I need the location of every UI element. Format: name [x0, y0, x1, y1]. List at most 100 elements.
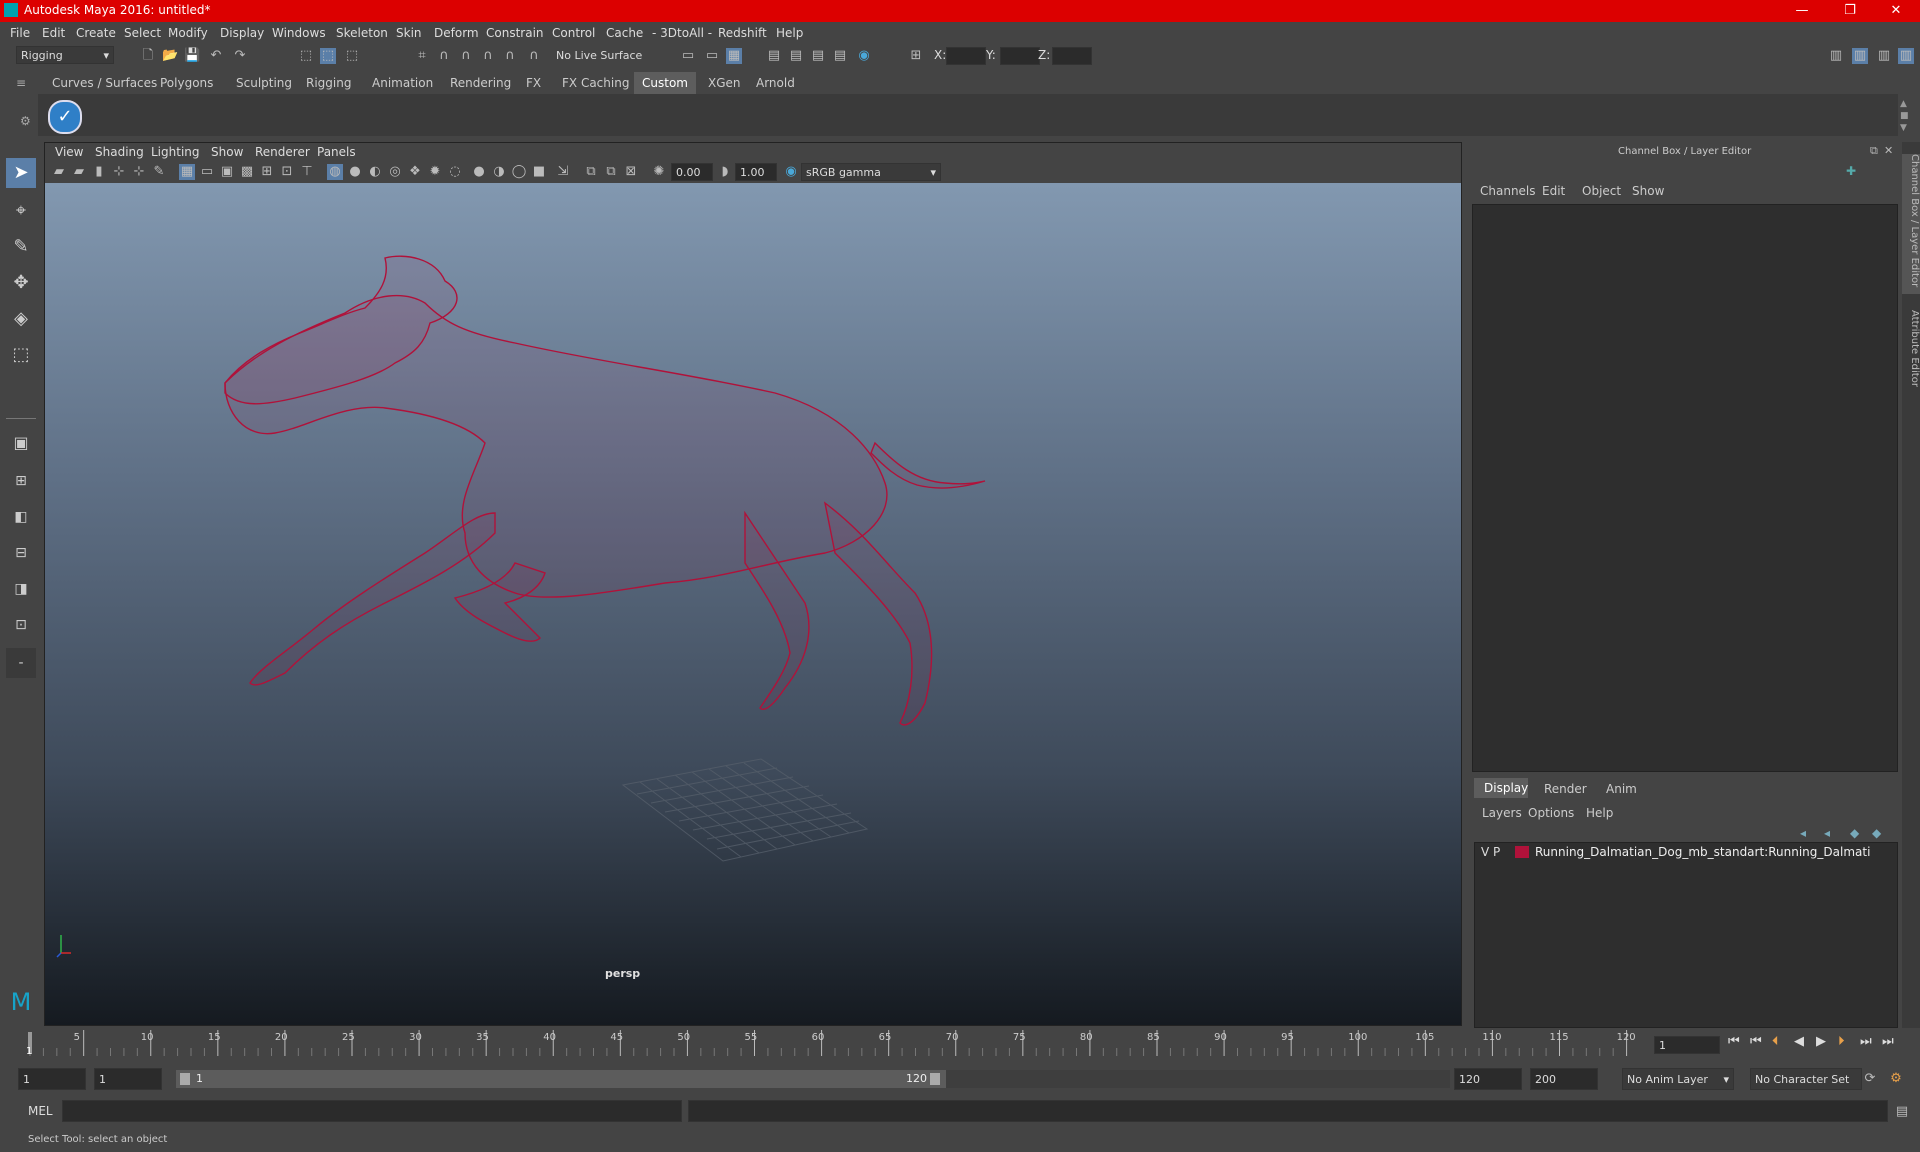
exposure-icon[interactable]: ✺	[651, 164, 667, 180]
range-start-handle[interactable]	[180, 1073, 190, 1085]
ipr-render-icon[interactable]: ▤	[788, 48, 804, 64]
snap-view-icon[interactable]: ∩	[480, 48, 496, 64]
shelf-tab-custom[interactable]: Custom	[634, 72, 696, 94]
tool-settings-toggle-icon[interactable]: ▥	[1876, 48, 1892, 64]
menu-help[interactable]: Help	[776, 26, 803, 40]
grid-toggle-icon[interactable]: ▦	[179, 164, 195, 180]
move-tool-icon[interactable]: ✥	[6, 268, 36, 298]
z-coord-input[interactable]	[1052, 47, 1092, 65]
vp-menu-lighting[interactable]: Lighting	[151, 145, 200, 159]
vp-menu-shading[interactable]: Shading	[95, 145, 144, 159]
menu-constrain[interactable]: Constrain	[486, 26, 544, 40]
step-back-key-icon[interactable]: ⏮	[1750, 1034, 1762, 1049]
menu-select[interactable]: Select	[124, 26, 161, 40]
viewport-canvas[interactable]: persp	[45, 183, 1461, 1025]
menu-file[interactable]: File	[10, 26, 30, 40]
x-coord-input[interactable]	[946, 47, 986, 65]
snap-surface-icon[interactable]: ∩	[502, 48, 518, 64]
grease-pencil-icon[interactable]: ✎	[151, 164, 167, 180]
animation-end-input[interactable]: 200	[1530, 1068, 1598, 1090]
live-surface-field[interactable]: No Live Surface	[552, 47, 648, 65]
animation-start-input[interactable]: 1	[18, 1068, 86, 1090]
shelf-tab-rendering[interactable]: Rendering	[442, 72, 519, 94]
layer-menu-help[interactable]: Help	[1586, 806, 1613, 820]
save-scene-icon[interactable]: 💾	[184, 48, 200, 64]
go-to-end-icon[interactable]: ⏭	[1882, 1034, 1894, 1049]
script-editor-icon[interactable]: ▤	[1894, 1104, 1910, 1120]
shelf-tab-sculpting[interactable]: Sculpting	[228, 72, 300, 94]
shelf-tab-xgen[interactable]: XGen	[700, 72, 749, 94]
layer-playback-toggle[interactable]: P	[1493, 845, 1500, 859]
persp-outliner-layout-icon[interactable]: ◧	[6, 502, 36, 532]
lasso-tool-icon[interactable]: ⌖	[6, 196, 36, 226]
go-to-start-icon[interactable]: ⏮	[1728, 1034, 1740, 1049]
motion-blur-icon[interactable]: ◑	[491, 164, 507, 180]
textured-icon[interactable]: ❖	[407, 164, 423, 180]
use-all-lights-icon[interactable]: ✹	[427, 164, 443, 180]
wireframe-on-shaded-icon[interactable]: ◎	[387, 164, 403, 180]
current-frame-input[interactable]: 1	[1654, 1036, 1720, 1054]
layer-tab-render[interactable]: Render	[1544, 782, 1587, 796]
shelf-tab-rigging[interactable]: Rigging	[298, 72, 359, 94]
gate-mask-icon[interactable]: ▩	[239, 164, 255, 180]
snap-point-icon[interactable]: ∩	[458, 48, 474, 64]
layer-color-swatch[interactable]	[1515, 846, 1529, 858]
new-layer-icon[interactable]: ◆	[1850, 826, 1859, 840]
step-forward-key-icon[interactable]: ⏭	[1860, 1034, 1872, 1049]
step-back-frame-icon[interactable]: ⏴	[1772, 1034, 1779, 1049]
menu-3dtoall[interactable]: - 3DtoAll -	[652, 26, 712, 40]
open-scene-icon[interactable]: 📂	[162, 48, 178, 64]
modeling-toolkit-icon[interactable]: ▥	[1828, 48, 1844, 64]
vp-menu-show[interactable]: Show	[211, 145, 243, 159]
menu-redshift[interactable]: Redshift	[718, 26, 767, 40]
field-chart-icon[interactable]: ⊞	[259, 164, 275, 180]
range-slider[interactable]: 1 120	[176, 1070, 946, 1088]
layer-menu-layers[interactable]: Layers	[1482, 806, 1522, 820]
cb-menu-show[interactable]: Show	[1632, 184, 1664, 198]
shelf-tab-polygons[interactable]: Polygons	[152, 72, 221, 94]
shelf-tab-fx[interactable]: FX	[518, 72, 549, 94]
vp-menu-panels[interactable]: Panels	[317, 145, 356, 159]
channel-box-area[interactable]	[1472, 204, 1898, 772]
shelf-settings-icon[interactable]: ⚙	[20, 114, 32, 128]
menu-skeleton[interactable]: Skeleton	[336, 26, 388, 40]
xray-active-icon[interactable]: ⧉	[603, 164, 619, 180]
character-set-dropdown[interactable]: No Character Set	[1750, 1068, 1862, 1090]
y-coord-input[interactable]	[1000, 47, 1040, 65]
play-forward-icon[interactable]: ▶	[1816, 1034, 1826, 1049]
depth-of-field-icon[interactable]: ■	[531, 164, 547, 180]
range-end-handle[interactable]	[930, 1073, 940, 1085]
move-layer-down-icon[interactable]: ◂	[1824, 826, 1830, 840]
side-tab-attribute-editor[interactable]: Attribute Editor	[1902, 310, 1920, 420]
custom-layout-icon[interactable]: -	[6, 648, 36, 678]
image-plane-icon[interactable]: ⊹	[111, 164, 127, 180]
input-ops-icon[interactable]: ▭	[680, 48, 696, 64]
restore-button[interactable]: ❐	[1830, 2, 1870, 20]
playback-end-input[interactable]: 120	[1454, 1068, 1522, 1090]
persp-graph-layout-icon[interactable]: ⊟	[6, 538, 36, 568]
persp-hypershade-layout-icon[interactable]: ◨	[6, 574, 36, 604]
shelf-tab-animation[interactable]: Animation	[364, 72, 441, 94]
select-hierarchy-icon[interactable]: ⬚	[298, 48, 314, 64]
time-slider[interactable]: 5 10 15 20 25 30 35 40 45 50 55 60 65 70 75 80 85 90 95 100…	[20, 1028, 1642, 1058]
multisample-aa-icon[interactable]: ◯	[511, 164, 527, 180]
paint-select-tool-icon[interactable]: ✎	[6, 232, 36, 262]
film-gate-icon[interactable]: ▭	[199, 164, 215, 180]
new-scene-icon[interactable]: 🗋	[140, 48, 156, 64]
side-tab-channel-box[interactable]: Channel Box / Layer Editor	[1902, 154, 1920, 294]
layer-tab-display[interactable]: Display	[1474, 778, 1528, 798]
vp-menu-renderer[interactable]: Renderer	[255, 145, 310, 159]
attribute-editor-toggle-icon[interactable]: ▥	[1852, 48, 1868, 64]
anim-layer-dropdown[interactable]: No Anim Layer ▾	[1622, 1068, 1734, 1090]
animation-preferences-icon[interactable]: ⚙	[1888, 1071, 1904, 1087]
redo-icon[interactable]: ↷	[232, 48, 248, 64]
channel-box-toggle-icon[interactable]: ▥	[1898, 48, 1914, 64]
layer-row[interactable]: V P Running_Dalmatian_Dog_mb_standart:Ru…	[1475, 843, 1895, 861]
close-button[interactable]: ✕	[1876, 2, 1916, 20]
camera-select-icon[interactable]: ▰	[51, 164, 67, 180]
exposure-input[interactable]: 0.00	[671, 163, 713, 181]
resolution-gate-icon[interactable]: ▣	[219, 164, 235, 180]
select-tool-icon[interactable]: ➤	[6, 158, 36, 188]
camera-attributes-icon[interactable]: ▰	[71, 164, 87, 180]
cb-menu-object[interactable]: Object	[1582, 184, 1621, 198]
